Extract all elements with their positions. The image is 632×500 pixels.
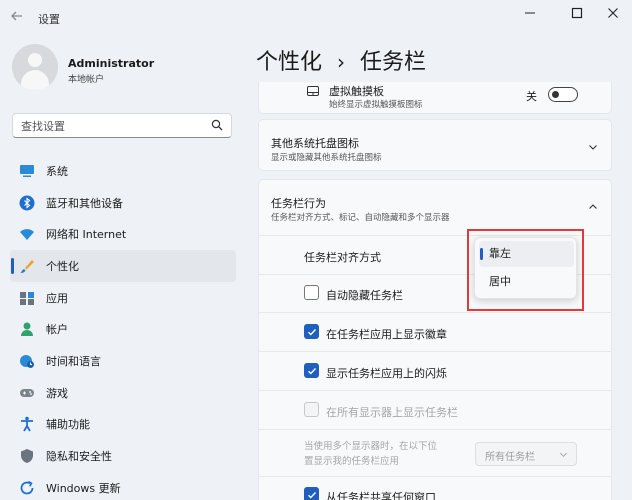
touchpad-card: 虚拟触摸板 始终显示虚拟触摸板图标 关 [258, 82, 612, 114]
sidebar-item-apps[interactable]: 应用 [10, 282, 236, 314]
touchpad-toggle[interactable] [548, 87, 578, 102]
multi-display-value: 所有任务栏 [485, 452, 535, 463]
monitor-icon [18, 162, 36, 180]
sidebar-item-accessibility[interactable]: 辅助功能 [10, 409, 236, 441]
chevron-up-icon[interactable] [588, 202, 598, 212]
show-badges-label: 在任务栏应用上显示徽章 [326, 328, 447, 341]
update-icon [18, 479, 36, 497]
touchpad-icon [307, 86, 319, 96]
sidebar-item-network[interactable]: 网络和 Internet [10, 218, 236, 250]
sidebar-item-label: 帐户 [46, 323, 68, 337]
divider [259, 351, 612, 352]
show-flashing-label: 显示任务栏应用上的闪烁 [326, 367, 447, 380]
sidebar-item-label: 应用 [46, 291, 68, 305]
sidebar-item-label: 时间和语言 [46, 354, 101, 368]
multi-display-text-line2: 置显示我的任务栏应用 [304, 456, 400, 467]
touchpad-subtitle: 始终显示虚拟触摸板图标 [329, 100, 423, 110]
taskbar-behaviors-card: 任务栏行为 任务栏对齐方式、标记、自动隐藏和多个显示器 任务栏对齐方式 自动隐藏… [258, 179, 612, 500]
back-arrow-icon[interactable] [10, 9, 26, 25]
checkmark-icon [308, 329, 317, 336]
sidebar-item-time-language[interactable]: 时间和语言 [10, 345, 236, 377]
chevron-down-icon [559, 452, 568, 458]
divider [259, 390, 612, 391]
minimize-button[interactable] [518, 6, 542, 26]
sidebar-item-windows-update[interactable]: Windows 更新 [10, 472, 236, 500]
wifi-icon [18, 225, 36, 243]
avatar-body [21, 70, 49, 90]
accessibility-icon [18, 415, 36, 433]
avatar-head [28, 53, 42, 67]
all-displays-checkbox[interactable] [304, 402, 319, 417]
behaviors-subtitle: 任务栏对齐方式、标记、自动隐藏和多个显示器 [271, 213, 450, 223]
person-icon [18, 320, 36, 338]
toggle-knob [552, 91, 559, 98]
window-title: 设置 [38, 13, 60, 26]
multi-display-text-line1: 当使用多个显示器时，在以下位 [304, 441, 438, 452]
sidebar-item-label: 个性化 [46, 259, 79, 273]
search-box[interactable] [12, 113, 232, 138]
behaviors-title: 任务栏行为 [271, 197, 326, 210]
sidebar-item-system[interactable]: 系统 [10, 155, 236, 187]
sidebar-item-personalization[interactable]: 个性化 [10, 250, 236, 282]
tray-icons-card[interactable]: 其他系统托盘图标 显示或隐藏其他系统托盘图标 [258, 119, 612, 171]
apps-icon [18, 289, 36, 307]
show-flashing-checkbox[interactable] [304, 363, 319, 378]
divider [259, 476, 612, 477]
sidebar-item-gaming[interactable]: 游戏 [10, 377, 236, 409]
touchpad-toggle-label: 关 [526, 90, 537, 103]
auto-hide-checkbox[interactable] [304, 285, 319, 300]
auto-hide-label: 自动隐藏任务栏 [326, 289, 403, 302]
breadcrumb-parent[interactable]: 个性化 [256, 50, 322, 75]
share-window-checkbox[interactable] [304, 487, 319, 500]
breadcrumb-current: 任务栏 [360, 50, 427, 75]
sidebar-item-label: 游戏 [46, 386, 68, 400]
tray-icons-title: 其他系统托盘图标 [271, 137, 359, 150]
brush-icon [18, 257, 36, 275]
sidebar-item-label: 网络和 Internet [46, 228, 127, 242]
maximize-button[interactable] [565, 6, 589, 26]
breadcrumb: 个性化 › 任务栏 [256, 44, 426, 76]
avatar[interactable] [12, 44, 58, 90]
sidebar-item-bluetooth[interactable]: 蓝牙和其他设备 [10, 187, 236, 219]
share-window-label: 从任务栏共享任何窗口 [326, 491, 436, 500]
divider [259, 429, 612, 430]
sidebar-item-label: 辅助功能 [46, 418, 90, 432]
breadcrumb-separator: › [337, 50, 346, 74]
search-icon[interactable] [211, 119, 223, 131]
title-bar: 设置 [0, 0, 632, 34]
touchpad-title: 虚拟触摸板 [329, 85, 384, 98]
sidebar-nav: 系统 蓝牙和其他设备 网络和 Internet 个性化 应用 帐户 时间和语言 … [10, 155, 236, 500]
checkmark-icon [308, 492, 317, 499]
account-type: 本地帐户 [68, 75, 105, 85]
show-badges-checkbox[interactable] [304, 324, 319, 339]
sidebar-item-label: 蓝牙和其他设备 [46, 196, 123, 210]
all-displays-label: 在所有显示器上显示任务栏 [326, 406, 458, 419]
sidebar-item-label: 隐私和安全性 [46, 450, 112, 464]
tray-icons-subtitle: 显示或隐藏其他系统托盘图标 [271, 153, 382, 163]
alignment-label: 任务栏对齐方式 [304, 251, 381, 264]
globe-clock-icon [18, 352, 36, 370]
sidebar-item-label: 系统 [46, 164, 68, 178]
shield-icon [18, 447, 36, 465]
divider [259, 312, 612, 313]
user-name: Administrator [68, 57, 155, 70]
sidebar-item-accounts[interactable]: 帐户 [10, 313, 236, 345]
bluetooth-icon [18, 194, 36, 212]
annotation-highlight-box [467, 229, 584, 311]
search-input[interactable] [21, 118, 201, 134]
multi-display-select[interactable]: 所有任务栏 [475, 442, 577, 466]
checkmark-icon [308, 368, 317, 375]
chevron-down-icon[interactable] [588, 142, 598, 152]
gamepad-icon [18, 384, 36, 402]
sidebar-item-label: Windows 更新 [46, 481, 121, 495]
sidebar-item-privacy[interactable]: 隐私和安全性 [10, 440, 236, 472]
close-button[interactable] [601, 6, 625, 26]
